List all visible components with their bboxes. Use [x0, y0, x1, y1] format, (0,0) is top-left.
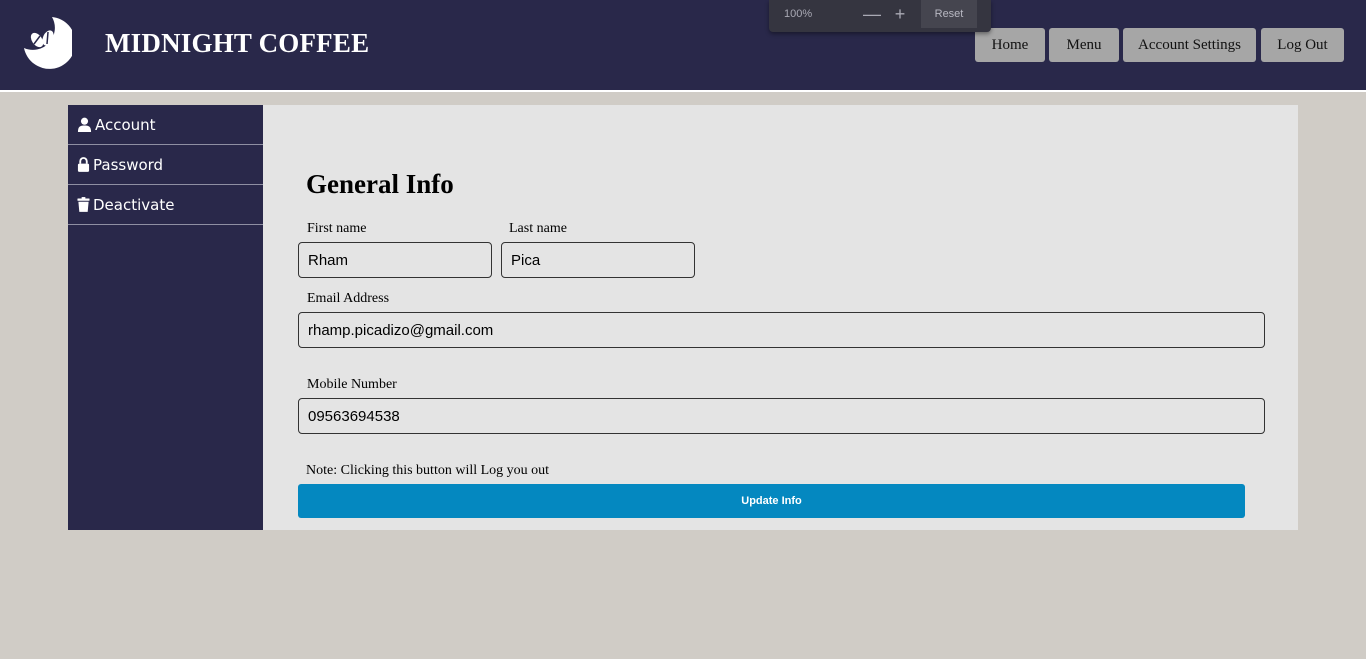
email-label: Email Address — [307, 291, 390, 306]
zoom-reset-button[interactable]: Reset — [921, 0, 977, 28]
sidebar-item-account[interactable]: Account — [68, 105, 263, 145]
trash-icon — [77, 197, 90, 212]
coffee-moon-logo-icon — [24, 17, 72, 69]
logout-note: Note: Clicking this button will Log you … — [306, 463, 550, 478]
sidebar-item-password[interactable]: Password — [68, 145, 263, 185]
nav-account-settings-button[interactable]: Account Settings — [1123, 28, 1256, 62]
page-title: General Info — [306, 169, 454, 199]
zoom-in-button[interactable]: + — [890, 3, 910, 25]
sidebar-item-deactivate[interactable]: Deactivate — [68, 185, 263, 225]
zoom-level: 100% — [784, 8, 813, 20]
last-name-label: Last name — [509, 221, 567, 236]
last-name-field[interactable] — [501, 242, 695, 278]
settings-sidebar: Account Password Deactivate — [68, 105, 263, 530]
mobile-field[interactable] — [298, 398, 1265, 434]
header-divider — [0, 90, 1366, 92]
email-field[interactable] — [298, 312, 1265, 348]
user-icon — [77, 117, 92, 132]
top-header: MIDNIGHT COFFEE Home Menu Account Settin… — [0, 0, 1366, 90]
first-name-label: First name — [307, 221, 367, 236]
nav-home-button[interactable]: Home — [975, 28, 1045, 62]
sidebar-item-label: Deactivate — [93, 195, 175, 214]
sidebar-item-label: Password — [93, 155, 164, 174]
sidebar-item-label: Account — [95, 115, 156, 134]
lock-icon — [77, 157, 90, 172]
mobile-label: Mobile Number — [307, 377, 397, 392]
zoom-out-button[interactable]: — — [862, 3, 882, 25]
nav-logout-button[interactable]: Log Out — [1261, 28, 1344, 62]
first-name-field[interactable] — [298, 242, 492, 278]
brand-title: MIDNIGHT COFFEE — [105, 28, 370, 58]
nav-menu-button[interactable]: Menu — [1049, 28, 1119, 62]
update-info-button[interactable]: Update Info — [298, 484, 1245, 518]
zoom-popup: 100% — + Reset — [769, 0, 991, 32]
